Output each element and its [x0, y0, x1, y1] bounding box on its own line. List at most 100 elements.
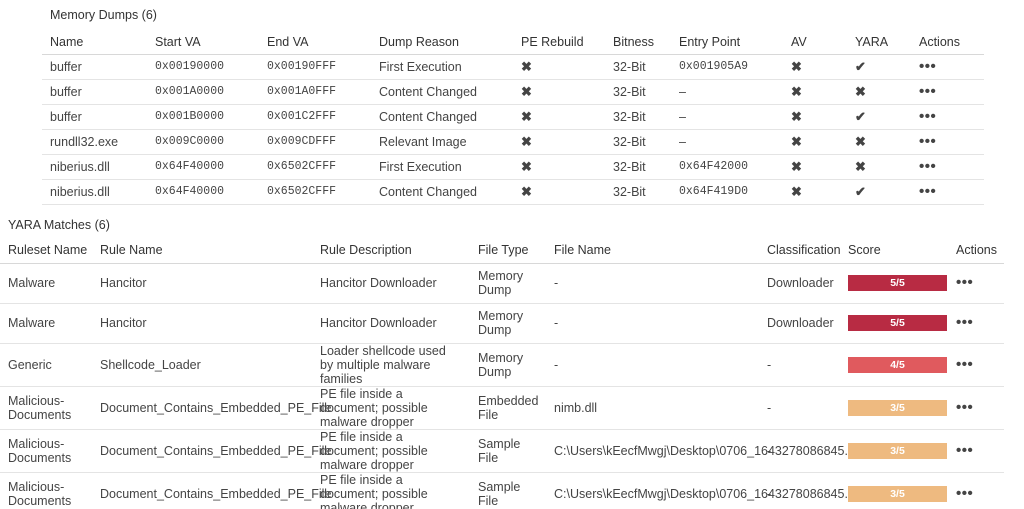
x-icon: ✖ [521, 108, 532, 124]
more-actions-icon[interactable]: ••• [956, 442, 973, 459]
dump-name: buffer [42, 54, 147, 80]
memory-dumps-table: Name Start VA End VA Dump Reason PE Rebu… [42, 30, 984, 205]
memory-dump-row[interactable]: rundll32.exe 0x009C0000 0x009CDFFF Relevant… [42, 129, 984, 155]
more-actions-icon[interactable]: ••• [956, 399, 973, 416]
dump-end-va: 0x009CDFFF [259, 129, 371, 155]
col-header-ruleset-name[interactable]: Ruleset Name [0, 238, 92, 264]
dump-pe-rebuild: ✖ [513, 79, 605, 105]
memory-dump-row[interactable]: buffer 0x001A0000 0x001A0FFF Content Change… [42, 79, 984, 105]
dump-reason: First Execution [371, 54, 513, 80]
col-header-file-name[interactable]: File Name [546, 238, 759, 264]
dump-bitness: 32-Bit [605, 154, 671, 180]
dump-av: ✖ [783, 54, 847, 80]
yara-actions[interactable]: ••• [948, 429, 1004, 473]
yara-match-row[interactable]: Malicious-Documents Document_Contains_Emb… [0, 472, 1004, 509]
yara-match-row[interactable]: Malware Hancitor Hancitor Downloader Memory… [0, 303, 1004, 344]
dump-bitness: 32-Bit [605, 54, 671, 80]
col-header-score[interactable]: Score [840, 238, 948, 264]
dump-start-va: 0x001A0000 [147, 79, 259, 105]
more-actions-icon[interactable]: ••• [919, 108, 936, 125]
dump-entry-point: – [671, 129, 783, 155]
more-actions-icon[interactable]: ••• [919, 183, 936, 200]
col-header-rule-name[interactable]: Rule Name [92, 238, 312, 264]
col-header-classification[interactable]: Classification [759, 238, 841, 264]
x-icon: ✖ [521, 83, 532, 99]
x-icon: ✖ [855, 133, 866, 149]
col-header-end-va[interactable]: End VA [259, 30, 371, 55]
dump-av: ✖ [783, 129, 847, 155]
yara-matches-table: Ruleset Name Rule Name Rule Description … [0, 238, 1004, 509]
yara-ruleset-name: Malicious-Documents [0, 386, 92, 430]
dump-name: rundll32.exe [42, 129, 147, 155]
dump-pe-rebuild: ✖ [513, 54, 605, 80]
yara-actions[interactable]: ••• [948, 386, 1004, 430]
yara-actions[interactable]: ••• [948, 303, 1004, 344]
dump-actions[interactable]: ••• [911, 54, 984, 80]
memory-dump-row[interactable]: niberius.dll 0x64F40000 0x6502CFFF Content … [42, 179, 984, 205]
memory-dump-row[interactable]: buffer 0x001B0000 0x001C2FFF Content Change… [42, 104, 984, 130]
col-header-rule-description[interactable]: Rule Description [312, 238, 470, 264]
memory-dump-row[interactable]: niberius.dll 0x64F40000 0x6502CFFF First Ex… [42, 154, 984, 180]
dump-entry-point: – [671, 79, 783, 105]
dump-name: niberius.dll [42, 179, 147, 205]
more-actions-icon[interactable]: ••• [956, 356, 973, 373]
dump-pe-rebuild: ✖ [513, 129, 605, 155]
more-actions-icon[interactable]: ••• [919, 83, 936, 100]
yara-actions[interactable]: ••• [948, 343, 1004, 387]
yara-score: 3/5 [840, 386, 948, 430]
col-header-av[interactable]: AV [783, 30, 847, 55]
check-icon: ✔ [855, 183, 866, 199]
col-header-file-type[interactable]: File Type [470, 238, 546, 264]
more-actions-icon[interactable]: ••• [919, 158, 936, 175]
yara-ruleset-name: Malware [0, 303, 92, 344]
yara-rule-description: Loader shellcode used by multiple malwar… [312, 343, 470, 387]
dump-name: niberius.dll [42, 154, 147, 180]
memory-dump-row[interactable]: buffer 0x00190000 0x00190FFF First Executio… [42, 54, 984, 80]
col-header-bitness[interactable]: Bitness [605, 30, 671, 55]
dump-actions[interactable]: ••• [911, 79, 984, 105]
dump-av: ✖ [783, 179, 847, 205]
col-header-entry-point[interactable]: Entry Point [671, 30, 783, 55]
dump-actions[interactable]: ••• [911, 129, 984, 155]
yara-match-row[interactable]: Malicious-Documents Document_Contains_Emb… [0, 386, 1004, 430]
dump-end-va: 0x6502CFFF [259, 179, 371, 205]
col-header-start-va[interactable]: Start VA [147, 30, 259, 55]
score-badge: 3/5 [848, 485, 947, 502]
dump-yara: ✖ [847, 129, 911, 155]
yara-classification: - [759, 343, 840, 387]
yara-classification: - [759, 386, 840, 430]
score-badge: 3/5 [848, 442, 947, 459]
dump-av: ✖ [783, 154, 847, 180]
yara-ruleset-name: Generic [0, 343, 92, 387]
yara-actions[interactable]: ••• [948, 263, 1004, 304]
col-header-pe-rebuild[interactable]: PE Rebuild [513, 30, 605, 55]
memory-dumps-title: Memory Dumps (6) [50, 8, 157, 22]
dump-av: ✖ [783, 104, 847, 130]
more-actions-icon[interactable]: ••• [956, 485, 973, 502]
yara-match-row[interactable]: Malware Hancitor Hancitor Downloader Memory… [0, 263, 1004, 304]
yara-actions[interactable]: ••• [948, 472, 1004, 509]
more-actions-icon[interactable]: ••• [956, 314, 973, 331]
yara-rule-description: PE file inside a document; possible malw… [312, 429, 470, 473]
yara-rule-name: Shellcode_Loader [92, 343, 312, 387]
yara-match-row[interactable]: Malicious-Documents Document_Contains_Emb… [0, 429, 1004, 473]
x-icon: ✖ [521, 183, 532, 199]
col-header-dump-reason[interactable]: Dump Reason [371, 30, 513, 55]
col-header-yara[interactable]: YARA [847, 30, 911, 55]
yara-match-row[interactable]: Generic Shellcode_Loader Loader shellcode … [0, 343, 1004, 387]
yara-file-name: - [546, 263, 759, 304]
more-actions-icon[interactable]: ••• [956, 274, 973, 291]
dump-reason: Relevant Image [371, 129, 513, 155]
yara-ruleset-name: Malicious-Documents [0, 429, 92, 473]
yara-file-name: - [546, 343, 759, 387]
dump-actions[interactable]: ••• [911, 179, 984, 205]
yara-file-name: C:\Users\kEecfMwgj\Desktop\0706_16432780… [546, 472, 868, 509]
dump-actions[interactable]: ••• [911, 104, 984, 130]
dump-actions[interactable]: ••• [911, 154, 984, 180]
x-icon: ✖ [791, 158, 802, 174]
more-actions-icon[interactable]: ••• [919, 133, 936, 150]
yara-matches-title: YARA Matches (6) [8, 218, 110, 232]
x-icon: ✖ [791, 58, 802, 74]
col-header-name[interactable]: Name [42, 30, 147, 55]
more-actions-icon[interactable]: ••• [919, 58, 936, 75]
